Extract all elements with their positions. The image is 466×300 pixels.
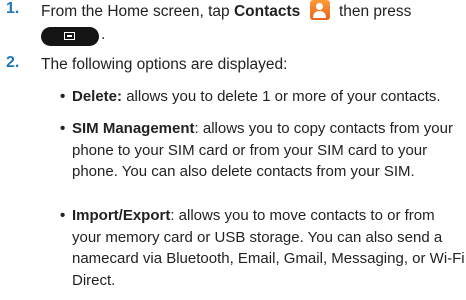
- bullet-text: SIM Management: allows you to copy conta…: [72, 118, 466, 183]
- step-1-text-before: From the Home screen, tap: [41, 3, 230, 20]
- bullet-term: Import/Export: [72, 207, 171, 224]
- bullet-dot: •: [60, 207, 66, 224]
- contacts-label: Contacts: [233, 3, 301, 20]
- bullet-text: Delete: allows you to delete 1 or more o…: [72, 86, 466, 108]
- bullet-dot: •: [60, 120, 66, 137]
- manual-page: 1. From the Home screen, tap Contacts th…: [0, 0, 466, 300]
- menu-key-icon: [41, 27, 99, 46]
- bullet-dot: •: [60, 88, 66, 105]
- bullet-term: Delete:: [72, 88, 123, 105]
- step-1-period: .: [101, 26, 106, 43]
- step-number: 1.: [6, 0, 20, 17]
- step-1-text: From the Home screen, tap Contacts then …: [41, 0, 411, 23]
- step-number: 2.: [6, 54, 20, 71]
- bullet-desc: allows you to delete 1 or more of your c…: [126, 88, 441, 105]
- contacts-icon: [309, 0, 330, 20]
- step-1-text-after: then press: [338, 3, 412, 20]
- bullet-text: Import/Export: allows you to move contac…: [72, 205, 466, 291]
- bullet-term: SIM Management: [72, 120, 195, 137]
- step-2-text: The following options are displayed:: [41, 56, 288, 73]
